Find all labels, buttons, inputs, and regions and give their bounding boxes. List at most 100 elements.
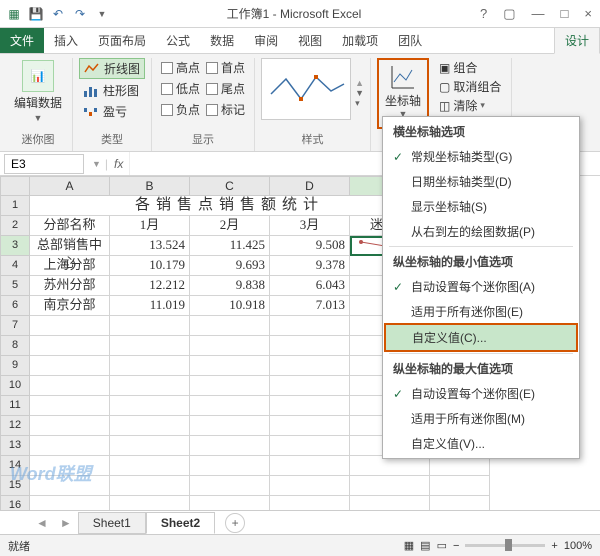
sheet-nav-next-icon[interactable]: ► <box>54 516 78 530</box>
sheet-tab[interactable]: Sheet1 <box>78 512 146 534</box>
tab-formula[interactable]: 公式 <box>156 28 200 53</box>
show-high[interactable]: 高点 <box>158 58 203 77</box>
cell[interactable]: 11.425 <box>190 236 270 256</box>
col-header[interactable]: B <box>110 176 190 196</box>
row-header[interactable]: 13 <box>0 436 30 456</box>
zoom-out-icon[interactable]: − <box>453 540 459 552</box>
qat-dropdown-icon[interactable]: ▼ <box>92 4 112 24</box>
zoom-in-icon[interactable]: + <box>551 540 557 552</box>
row-header[interactable]: 9 <box>0 356 30 376</box>
cell[interactable]: 9.838 <box>190 276 270 296</box>
show-first[interactable]: 首点 <box>203 58 248 77</box>
row-header[interactable]: 12 <box>0 416 30 436</box>
select-all[interactable] <box>0 176 30 196</box>
redo-icon[interactable]: ↷ <box>70 4 90 24</box>
row-header[interactable]: 11 <box>0 396 30 416</box>
menu-item-general-axis[interactable]: 常规坐标轴类型(G) <box>385 144 577 169</box>
tab-data[interactable]: 数据 <box>200 28 244 53</box>
cell[interactable]: 上海分部 <box>30 256 110 276</box>
cell[interactable]: 南京分部 <box>30 296 110 316</box>
type-column-button[interactable]: 柱形图 <box>79 81 145 100</box>
undo-icon[interactable]: ↶ <box>48 4 68 24</box>
row-header[interactable]: 3 <box>0 236 30 256</box>
edit-data-button[interactable]: 📊 编辑数据 ▼ <box>10 58 66 129</box>
help-icon[interactable]: ? <box>476 6 491 21</box>
cell[interactable]: 11.019 <box>110 296 190 316</box>
tab-team[interactable]: 团队 <box>388 28 432 53</box>
row-header[interactable]: 10 <box>0 376 30 396</box>
col-header[interactable]: A <box>30 176 110 196</box>
row-header[interactable]: 5 <box>0 276 30 296</box>
col-header[interactable]: C <box>190 176 270 196</box>
cell[interactable]: 10.918 <box>190 296 270 316</box>
row-header[interactable]: 2 <box>0 216 30 236</box>
title-cell[interactable]: 各销售点销售额统计 <box>30 196 430 216</box>
cell[interactable]: 12.212 <box>110 276 190 296</box>
zoom-slider[interactable] <box>465 544 545 547</box>
namebox-dropdown-icon[interactable]: ▼ <box>88 159 105 169</box>
menu-item-rtl-plot[interactable]: 从右到左的绘图数据(P) <box>385 219 577 244</box>
menu-item-min-all[interactable]: 适用于所有迷你图(E) <box>385 299 577 324</box>
type-winloss-button[interactable]: 盈亏 <box>79 102 145 121</box>
tab-layout[interactable]: 页面布局 <box>88 28 156 53</box>
tab-file[interactable]: 文件 <box>0 28 44 53</box>
cell[interactable]: 1月 <box>110 216 190 236</box>
row-header[interactable]: 7 <box>0 316 30 336</box>
type-line-button[interactable]: 折线图 <box>79 58 145 79</box>
row-header[interactable]: 15 <box>0 476 30 496</box>
ungroup-button[interactable]: ▢取消组合 <box>435 77 505 96</box>
show-low[interactable]: 低点 <box>158 79 203 98</box>
row-header[interactable]: 8 <box>0 336 30 356</box>
menu-item-show-axis[interactable]: 显示坐标轴(S) <box>385 194 577 219</box>
cell[interactable]: 总部销售中心 <box>30 236 110 256</box>
save-icon[interactable]: 💾 <box>26 4 46 24</box>
row-header[interactable]: 1 <box>0 196 30 216</box>
tab-addin[interactable]: 加载项 <box>332 28 388 53</box>
row-header[interactable]: 4 <box>0 256 30 276</box>
cell[interactable]: 10.179 <box>110 256 190 276</box>
add-sheet-button[interactable]: + <box>225 513 245 533</box>
cell[interactable]: 6.043 <box>270 276 350 296</box>
tab-design[interactable]: 设计 <box>554 27 600 54</box>
clear-button[interactable]: ◫清除▾ <box>435 96 505 115</box>
menu-item-max-auto-each[interactable]: 自动设置每个迷你图(E) <box>385 381 577 406</box>
sheet-nav-prev-icon[interactable]: ◄ <box>30 516 54 530</box>
tab-review[interactable]: 审阅 <box>244 28 288 53</box>
menu-item-min-custom[interactable]: 自定义值(C)... <box>384 323 578 352</box>
cell[interactable]: 13.524 <box>110 236 190 256</box>
view-layout-icon[interactable]: ▤ <box>420 539 430 552</box>
style-gallery[interactable] <box>261 58 351 120</box>
close-icon[interactable]: × <box>580 6 596 21</box>
group-button[interactable]: ▣组合 <box>435 58 505 77</box>
cell[interactable]: 苏州分部 <box>30 276 110 296</box>
fx-icon[interactable]: fx <box>108 157 129 171</box>
cell[interactable]: 9.378 <box>270 256 350 276</box>
row-header[interactable]: 14 <box>0 456 30 476</box>
gallery-more-icon[interactable]: ▾ <box>355 98 364 109</box>
tab-insert[interactable]: 插入 <box>44 28 88 53</box>
sheet-tab-active[interactable]: Sheet2 <box>146 512 215 534</box>
minimize-icon[interactable]: — <box>528 6 549 21</box>
gallery-up-icon[interactable]: ▲ <box>355 78 364 88</box>
maximize-icon[interactable]: □ <box>557 6 573 21</box>
show-last[interactable]: 尾点 <box>203 79 248 98</box>
cell[interactable]: 2月 <box>190 216 270 236</box>
menu-item-min-auto-each[interactable]: 自动设置每个迷你图(A) <box>385 274 577 299</box>
view-normal-icon[interactable]: ▦ <box>404 539 414 552</box>
menu-item-date-axis[interactable]: 日期坐标轴类型(D) <box>385 169 577 194</box>
cell[interactable]: 7.013 <box>270 296 350 316</box>
cell[interactable]: 分部名称 <box>30 216 110 236</box>
zoom-level[interactable]: 100% <box>564 540 592 552</box>
menu-item-max-all[interactable]: 适用于所有迷你图(M) <box>385 406 577 431</box>
col-header[interactable]: D <box>270 176 350 196</box>
cell[interactable]: 9.508 <box>270 236 350 256</box>
show-neg[interactable]: 负点 <box>158 100 203 119</box>
gallery-down-icon[interactable]: ▼ <box>355 88 364 98</box>
show-markers[interactable]: 标记 <box>203 100 248 119</box>
cell[interactable]: 3月 <box>270 216 350 236</box>
menu-item-max-custom[interactable]: 自定义值(V)... <box>385 431 577 456</box>
tab-view[interactable]: 视图 <box>288 28 332 53</box>
ribbon-collapse-icon[interactable]: ▢ <box>499 6 519 22</box>
view-pagebreak-icon[interactable]: ▭ <box>437 539 447 552</box>
cell[interactable]: 9.693 <box>190 256 270 276</box>
